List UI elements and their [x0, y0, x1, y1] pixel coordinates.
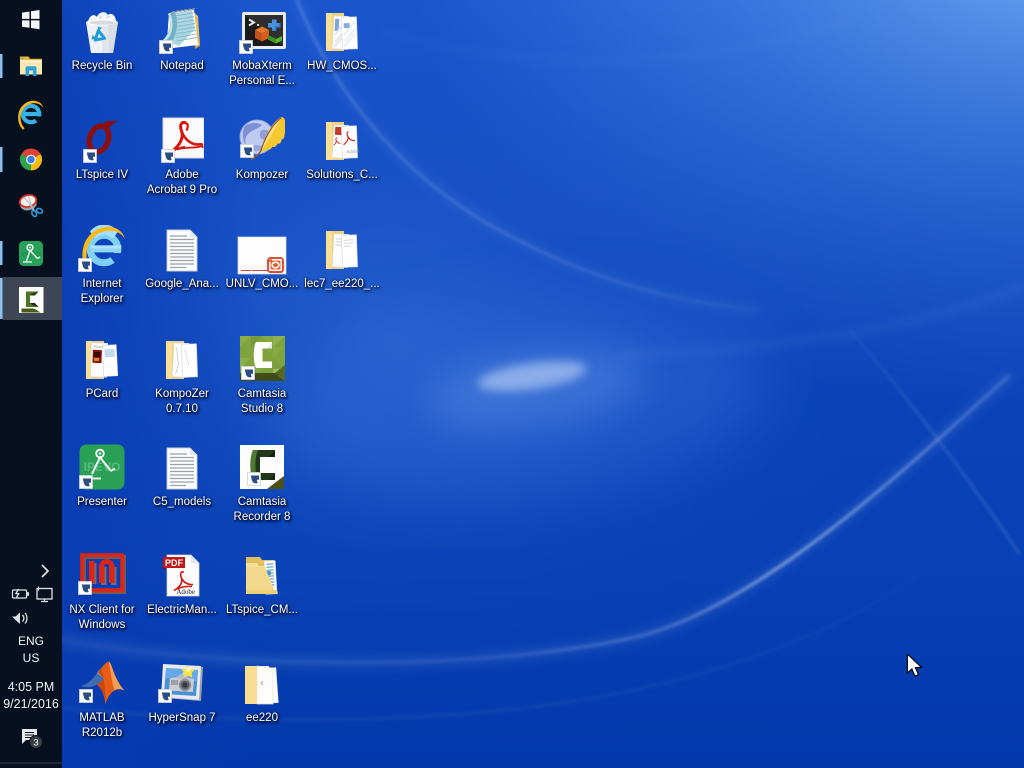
- svg-text:Adobe: Adobe: [176, 588, 195, 596]
- svg-text:US: US: [23, 651, 40, 665]
- svg-text:Adobe: Adobe: [346, 149, 359, 154]
- svg-text:IPEVO: IPEVO: [84, 460, 121, 474]
- svg-text:9/21/2016: 9/21/2016: [3, 697, 59, 711]
- svg-text:3: 3: [33, 738, 38, 749]
- svg-text:4:05 PM: 4:05 PM: [8, 680, 55, 694]
- svg-text:IPEVO: IPEVO: [21, 252, 41, 259]
- svg-text:ENG: ENG: [18, 634, 44, 648]
- svg-text:PDF: PDF: [165, 558, 184, 568]
